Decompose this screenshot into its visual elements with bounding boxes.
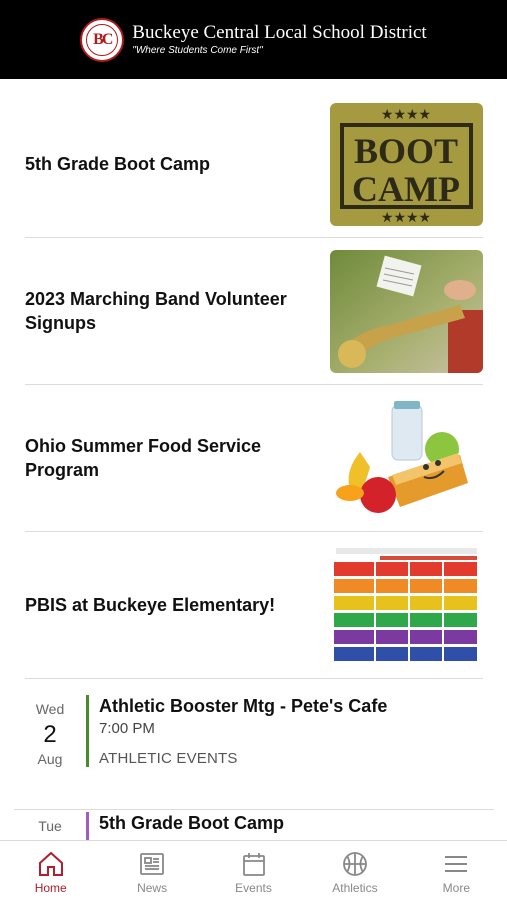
news-title: Ohio Summer Food Service Program [25,436,262,480]
tab-more[interactable]: More [406,841,507,900]
events-list: Wed 2 Aug Athletic Booster Mtg - Pete's … [14,693,494,850]
event-title: Athletic Booster Mtg - Pete's Cafe [99,696,388,716]
boot-camp-stamp-image: ★★★★ ★★★★ BOOT CAMP [330,102,483,226]
event-title: 5th Grade Boot Camp [99,813,285,833]
bottom-tab-bar: Home News Events Athletics More [0,840,507,900]
tab-athletics[interactable]: Athletics [304,841,405,900]
menu-icon [445,856,468,872]
tab-home[interactable]: Home [0,841,101,900]
event-date: Wed 2 Aug [35,701,65,767]
food-illustration [330,396,483,520]
news-item[interactable]: 2023 Marching Band Volunteer Signups [25,238,483,385]
home-icon [38,851,63,876]
svg-text:★★★★: ★★★★ [381,107,431,123]
news-list: 5th Grade Boot Camp ★★★★ ★★★★ BOOT CAMP … [25,91,483,679]
trumpet-photo [330,249,483,373]
app-header: BC Buckeye Central Local School District… [0,0,507,79]
brand: Buckeye Central Local School District "W… [132,22,426,57]
newspaper-icon [140,853,165,875]
svg-text:★★★★: ★★★★ [381,210,431,226]
basketball-icon [343,852,367,876]
svg-text:CAMP: CAMP [352,169,460,209]
news-item[interactable]: PBIS at Buckeye Elementary! [25,532,483,679]
district-tagline: "Where Students Come First" [132,45,263,56]
event-category: ATHLETIC EVENTS [99,750,238,767]
event-details: Athletic Booster Mtg - Pete's Cafe 7:00 … [86,695,387,767]
news-title: PBIS at Buckeye Elementary! [25,595,276,615]
tab-events[interactable]: Events [203,841,304,900]
pbis-matrix-image [330,543,483,667]
news-title: 2023 Marching Band Volunteer Signups [25,289,287,333]
news-title: 5th Grade Boot Camp [25,154,211,174]
news-item[interactable]: 5th Grade Boot Camp ★★★★ ★★★★ BOOT CAMP [25,91,483,238]
event-item[interactable]: Wed 2 Aug Athletic Booster Mtg - Pete's … [14,693,494,810]
svg-text:BOOT: BOOT [354,131,458,171]
news-item[interactable]: Ohio Summer Food Service Program [25,385,483,532]
event-time: 7:00 PM [99,720,155,737]
district-logo: BC [80,17,125,62]
calendar-icon [242,853,265,876]
district-name: Buckeye Central Local School District [132,22,427,43]
tab-news[interactable]: News [101,841,202,900]
